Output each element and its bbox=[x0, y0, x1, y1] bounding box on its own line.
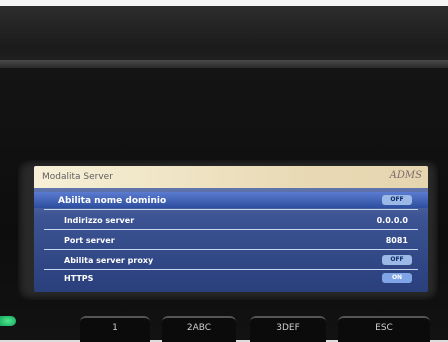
key-1[interactable]: 1 bbox=[80, 316, 150, 342]
screen-header: Modalita Server ADMS bbox=[34, 166, 428, 188]
row-abilita-nome-dominio[interactable]: Abilita nome dominio OFF bbox=[34, 192, 428, 208]
row-label: Indirizzo server bbox=[64, 216, 135, 225]
device-top-housing bbox=[0, 6, 448, 66]
row-abilita-server-proxy[interactable]: Abilita server proxy OFF bbox=[34, 252, 428, 268]
toggle-abilita-nome-dominio[interactable]: OFF bbox=[382, 195, 412, 205]
row-label: HTTPS bbox=[64, 274, 94, 283]
row-label: Port server bbox=[64, 236, 115, 245]
row-indirizzo-server[interactable]: Indirizzo server 0.0.0.0 bbox=[34, 212, 428, 228]
toggle-https[interactable]: ON bbox=[382, 273, 412, 283]
device-screen: Modalita Server ADMS Abilita nome domini… bbox=[34, 166, 428, 292]
row-label: Abilita nome dominio bbox=[58, 196, 167, 206]
row-divider bbox=[44, 209, 418, 210]
row-divider bbox=[44, 249, 418, 250]
screen-title: Modalita Server bbox=[42, 172, 113, 182]
toggle-abilita-server-proxy[interactable]: OFF bbox=[382, 255, 412, 265]
row-divider bbox=[44, 229, 418, 230]
row-port-server[interactable]: Port server 8081 bbox=[34, 232, 428, 248]
row-value: 8081 bbox=[385, 236, 408, 245]
key-2[interactable]: 2ABC bbox=[162, 316, 236, 342]
row-value: 0.0.0.0 bbox=[376, 216, 408, 225]
screen-user-tag: ADMS bbox=[389, 170, 422, 181]
status-led bbox=[0, 316, 16, 326]
key-esc[interactable]: ESC bbox=[338, 316, 430, 342]
key-3[interactable]: 3DEF bbox=[250, 316, 326, 342]
row-label: Abilita server proxy bbox=[64, 256, 154, 265]
row-https[interactable]: HTTPS ON bbox=[34, 270, 428, 286]
device-top-edge bbox=[0, 60, 448, 68]
